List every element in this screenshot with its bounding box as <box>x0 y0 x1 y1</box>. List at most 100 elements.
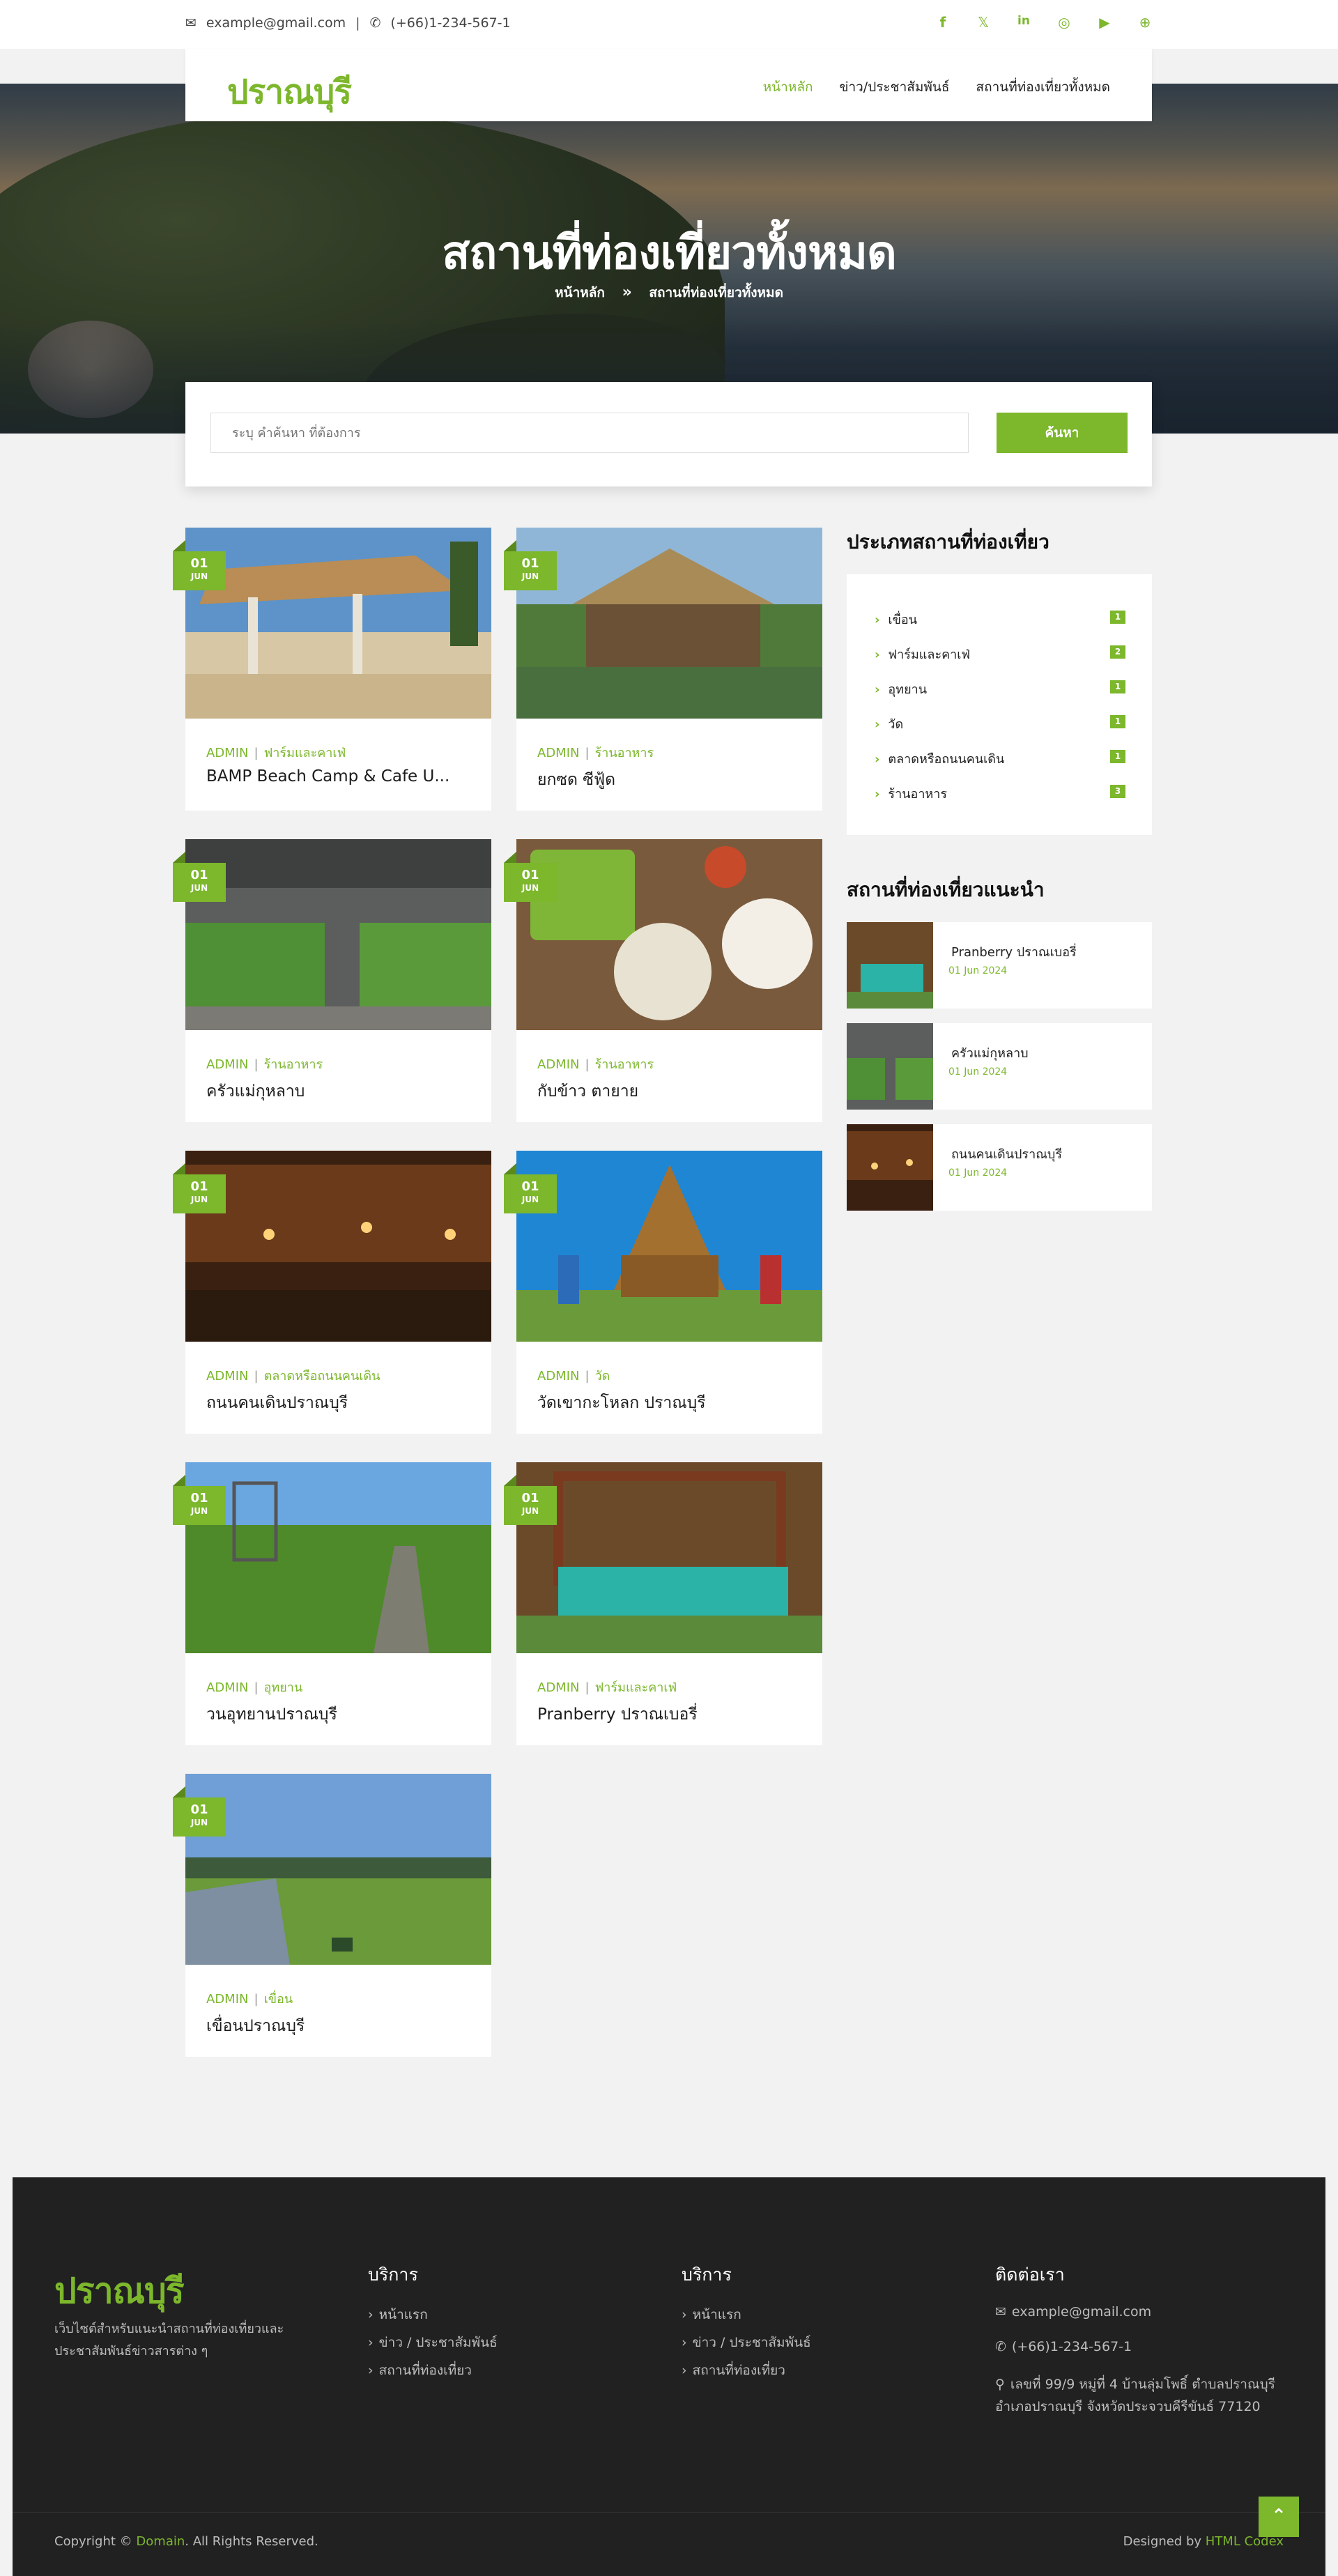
card-category[interactable]: ร้านอาหาร <box>264 1057 323 1072</box>
attraction-card[interactable]: 01 JUN ADMIN | ฟาร์มและคาเฟ่ Pranberry ปราณ… <box>504 1462 822 1745</box>
footer-logo[interactable]: ปราณบุรี <box>54 2264 185 2319</box>
site-logo[interactable]: ปราณบุรี <box>227 66 352 118</box>
chevron-right-icon: › <box>875 752 880 767</box>
category-item[interactable]: › ตลาดหรือถนนคนเดิน 1 <box>875 749 1125 767</box>
breadcrumb-home[interactable]: หน้าหลัก <box>555 285 605 300</box>
topbar-email[interactable]: example@gmail.com <box>206 15 346 31</box>
card-image-food[interactable] <box>516 839 822 1030</box>
attraction-card[interactable]: 01 JUN ADMIN | ร้านอาหาร กับข้าว ตายาย <box>504 839 822 1122</box>
recommended-title: ถนนคนเดินปราณบุรี <box>951 1147 1062 1162</box>
envelope-icon: ✉ <box>995 2304 1006 2320</box>
card-category[interactable]: ฟาร์มและคาเฟ่ <box>264 746 346 760</box>
nav-home[interactable]: หน้าหลัก <box>763 77 813 98</box>
copyright-domain-link[interactable]: Domain <box>136 2534 185 2549</box>
date-badge: 01 JUN <box>173 1475 226 1525</box>
facebook-icon[interactable]: f <box>935 14 951 31</box>
footer-services-heading-2: บริการ <box>682 2264 732 2285</box>
footer-link[interactable]: › ข่าว / ประชาสัมพันธ์ <box>682 2332 811 2353</box>
card-category[interactable]: อุทยาน <box>264 1680 303 1695</box>
card-category[interactable]: ฟาร์มและคาเฟ่ <box>595 1680 677 1695</box>
topbar-phone[interactable]: (+66)1-234-567-1 <box>390 15 510 31</box>
footer-link[interactable]: › ข่าว / ประชาสัมพันธ์ <box>368 2332 498 2353</box>
footer-email[interactable]: ✉ example@gmail.com <box>995 2304 1151 2320</box>
footer-divider <box>13 2512 1325 2513</box>
chevron-right-icon: › <box>368 2363 374 2378</box>
card-title[interactable]: วนอุทยานปราณบุรี <box>206 1702 471 1727</box>
card-title[interactable]: ถนนคนเดินปราณบุรี <box>206 1390 471 1416</box>
category-item[interactable]: › เขื่อน 1 <box>875 609 1125 627</box>
date-badge: 01 JUN <box>173 852 226 902</box>
footer-link[interactable]: › หน้าแรก <box>682 2304 741 2325</box>
card-image-walking-street[interactable] <box>185 1151 491 1342</box>
card-category[interactable]: ร้านอาหาร <box>595 1057 654 1072</box>
recommended-item[interactable]: ครัวแม่กุหลาบ 01 Jun 2024 <box>847 1023 1152 1110</box>
category-item[interactable]: › ร้านอาหาร 3 <box>875 783 1125 802</box>
recommended-thumb[interactable] <box>847 1124 933 1211</box>
youtube-icon[interactable]: ▶ <box>1097 14 1112 31</box>
nav-news[interactable]: ข่าว/ประชาสัมพันธ์ <box>839 77 949 98</box>
card-title[interactable]: ครัวแม่กุหลาบ <box>206 1079 471 1104</box>
search-input[interactable] <box>210 413 969 453</box>
chevron-right-icon: › <box>875 787 880 802</box>
attraction-card[interactable]: 01 JUN ADMIN | ฟาร์มและคาเฟ่ BAMP Beach Cam… <box>173 528 491 811</box>
card-image-beach-camp[interactable] <box>185 528 491 719</box>
card-title[interactable]: BAMP Beach Camp & Cafe U... <box>206 767 471 785</box>
footer-link[interactable]: › สถานที่ท่องเที่ยว <box>682 2360 785 2381</box>
attraction-card[interactable]: 01 JUN ADMIN | ร้านอาหาร ยกซด ซีฟู้ด <box>504 528 822 811</box>
chevron-right-icon: › <box>682 2307 687 2322</box>
search-button[interactable]: ค้นหา <box>997 413 1128 453</box>
page-title: สถานที่ท่องเที่ยวทั้งหมด <box>442 226 897 279</box>
attraction-card[interactable]: 01 JUN ADMIN | วัด วัดเขากะโหลก ปราณบุรี <box>504 1151 822 1434</box>
card-image-temple[interactable] <box>516 1151 822 1342</box>
chevron-right-icon: › <box>368 2307 374 2322</box>
phone-icon: ✆ <box>995 2339 1006 2354</box>
card-meta: ADMIN | ตลาดหรือถนนคนเดิน <box>206 1369 380 1383</box>
card-image-seafood[interactable] <box>516 528 822 719</box>
attraction-card[interactable]: 01 JUN ADMIN | อุทยาน วนอุทยานปราณบุรี <box>173 1462 491 1745</box>
category-count: 1 <box>1110 680 1125 693</box>
card-title[interactable]: วัดเขากะโหลก ปราณบุรี <box>537 1390 802 1416</box>
recommended-item[interactable]: Pranberry ปราณเบอรี่ 01 Jun 2024 <box>847 922 1152 1009</box>
card-title[interactable]: Pranberry ปราณเบอรี่ <box>537 1702 802 1727</box>
attraction-card[interactable]: 01 JUN ADMIN | เขื่อน เขื่อนปราณบุรี <box>173 1774 491 2057</box>
nav-attractions[interactable]: สถานที่ท่องเที่ยวทั้งหมด <box>976 77 1110 98</box>
hero-banner: สถานที่ท่องเที่ยวทั้งหมด หน้าหลัก » สถาน… <box>0 84 1338 434</box>
card-category[interactable]: ตลาดหรือถนนคนเดิน <box>264 1369 380 1383</box>
card-title[interactable]: ยกซด ซีฟู้ด <box>537 767 802 792</box>
card-category[interactable]: เขื่อน <box>264 1992 293 2007</box>
date-badge: 01 JUN <box>504 1475 557 1525</box>
category-item[interactable]: › ฟาร์มและคาเฟ่ 2 <box>875 644 1125 662</box>
attraction-card[interactable]: 01 JUN ADMIN | ร้านอาหาร ครัวแม่กุหลาบ <box>173 839 491 1122</box>
card-image-forest-park[interactable] <box>185 1462 491 1653</box>
date-badge: 01 JUN <box>504 540 557 590</box>
card-title[interactable]: เขื่อนปราณบุรี <box>206 2014 471 2039</box>
x-icon[interactable]: 𝕏 <box>976 14 991 31</box>
card-image-pranberry[interactable] <box>516 1462 822 1653</box>
double-chevron-up-icon[interactable]: ⌃ <box>1259 2497 1299 2537</box>
footer-link[interactable]: › หน้าแรก <box>368 2304 428 2325</box>
top-bar: ✉ example@gmail.com | ✆ (+66)1-234-567-1… <box>0 0 1338 49</box>
card-meta: ADMIN | ร้านอาหาร <box>537 1057 654 1072</box>
recommended-item[interactable]: ถนนคนเดินปราณบุรี 01 Jun 2024 <box>847 1124 1152 1211</box>
instagram-icon[interactable]: ◎ <box>1056 14 1072 31</box>
card-category[interactable]: วัด <box>595 1369 610 1383</box>
card-image-garden-restaurant[interactable] <box>185 839 491 1030</box>
card-image-dam[interactable] <box>185 1774 491 1965</box>
category-item[interactable]: › วัด 1 <box>875 714 1125 732</box>
footer-phone[interactable]: ✆ (+66)1-234-567-1 <box>995 2339 1132 2354</box>
attraction-card[interactable]: 01 JUN ADMIN | ตลาดหรือถนนคนเดิน ถนนคนเดินป… <box>173 1151 491 1434</box>
breadcrumb-current: สถานที่ท่องเที่ยวทั้งหมด <box>649 285 783 300</box>
card-meta: ADMIN | ฟาร์มและคาเฟ่ <box>537 1680 677 1695</box>
chevron-right-icon: › <box>682 2363 687 2378</box>
chevron-right-icon: › <box>875 717 880 732</box>
recommended-thumb[interactable] <box>847 1023 933 1110</box>
recommended-thumb[interactable] <box>847 922 933 1009</box>
linkedin-icon[interactable]: in <box>1016 14 1031 31</box>
card-category[interactable]: ร้านอาหาร <box>595 746 654 760</box>
category-item[interactable]: › อุทยาน 1 <box>875 679 1125 697</box>
globe-icon[interactable]: ⊕ <box>1137 14 1153 31</box>
card-title[interactable]: กับข้าว ตายาย <box>537 1079 802 1104</box>
card-meta: ADMIN | วัด <box>537 1369 610 1383</box>
card-meta: ADMIN | ฟาร์มและคาเฟ่ <box>206 746 346 760</box>
footer-link[interactable]: › สถานที่ท่องเที่ยว <box>368 2360 472 2381</box>
